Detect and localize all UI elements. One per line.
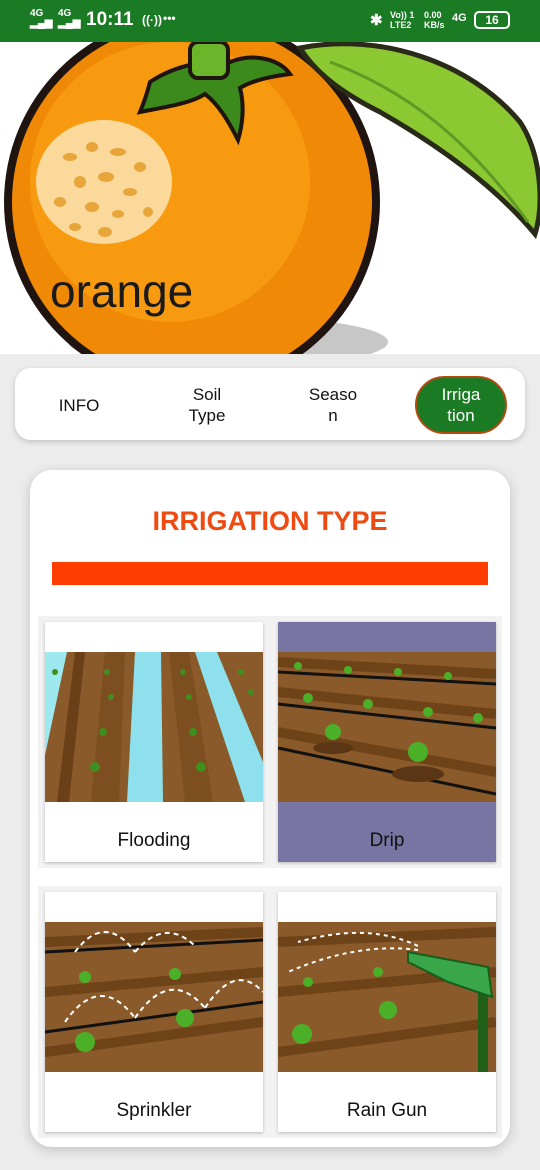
tab-soil-type-label: Soil Type bbox=[188, 385, 226, 425]
section-title: IRRIGATION TYPE bbox=[152, 506, 388, 536]
irrigation-row-1: Flooding Drip bbox=[38, 616, 502, 868]
battery-icon: 16 bbox=[474, 11, 510, 29]
irrigation-option-rain-gun[interactable]: Rain Gun bbox=[278, 892, 496, 1132]
drip-field-image bbox=[278, 652, 496, 802]
rain-gun-field-image bbox=[278, 922, 496, 1072]
tab-info[interactable]: INFO bbox=[33, 376, 125, 434]
tab-season-label: Seaso n bbox=[308, 385, 358, 425]
network-speed: 0.00 KB/s bbox=[424, 10, 445, 30]
flooding-field-image bbox=[45, 652, 263, 802]
hotspot-icon: ((·)) bbox=[142, 13, 162, 27]
sprinkler-field-image bbox=[45, 922, 263, 1072]
network-3g-indicator: 4G bbox=[452, 12, 467, 24]
signal-1-icon: 4G ▂▄▆ bbox=[30, 8, 53, 29]
irrigation-card: IRRIGATION TYPE Flooding Drip Sprinkler … bbox=[30, 470, 510, 1147]
title-divider-bar bbox=[52, 562, 488, 585]
fruit-name-title: orange bbox=[50, 265, 194, 317]
irrigation-row-2: Sprinkler Rain Gun bbox=[38, 886, 502, 1138]
hero-image: orange bbox=[0, 42, 540, 354]
irrigation-label-drip: Drip bbox=[369, 830, 405, 851]
more-notifications-icon: ••• bbox=[163, 11, 176, 25]
irrigation-label-sprinkler: Sprinkler bbox=[116, 1100, 192, 1121]
clock: 10:11 bbox=[86, 9, 134, 30]
irrigation-option-flooding[interactable]: Flooding bbox=[45, 622, 263, 862]
irrigation-label-rain-gun: Rain Gun bbox=[346, 1100, 428, 1121]
volte-indicator: Vo)) 1 LTE2 bbox=[390, 10, 415, 30]
bluetooth-icon: ✱ bbox=[370, 12, 383, 29]
irrigation-label-flooding: Flooding bbox=[117, 830, 191, 851]
tab-irrigation-label: Irriga tion bbox=[441, 385, 481, 425]
tab-irrigation[interactable]: Irriga tion bbox=[415, 376, 507, 434]
status-bar: 4G ▂▄▆ 4G ▂▄▆ 10:11 ((·)) ••• ✱ Vo)) 1 LTE… bbox=[0, 0, 540, 42]
tab-season[interactable]: Seaso n bbox=[287, 376, 379, 434]
tab-bar: INFO Soil Type Seaso n Irriga tion bbox=[15, 368, 525, 440]
tab-soil-type[interactable]: Soil Type bbox=[161, 376, 253, 434]
signal-2-icon: 4G ▂▄▆ bbox=[58, 8, 81, 29]
irrigation-option-sprinkler[interactable]: Sprinkler bbox=[45, 892, 263, 1132]
irrigation-option-drip[interactable]: Drip bbox=[278, 622, 496, 862]
tab-info-label: INFO bbox=[58, 395, 100, 415]
